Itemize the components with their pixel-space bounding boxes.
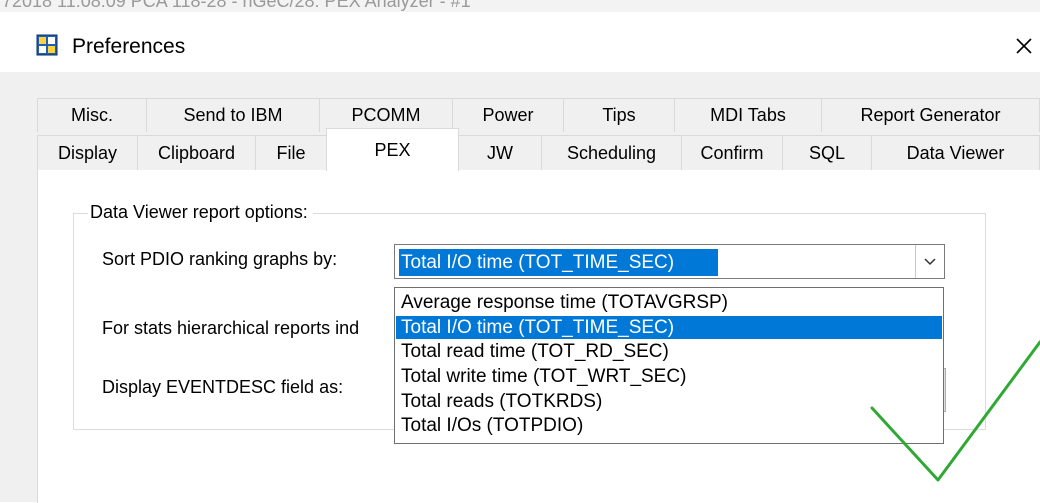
- tab-misc[interactable]: Misc.: [37, 98, 147, 132]
- tab-pcomm[interactable]: PCOMM: [319, 98, 453, 132]
- close-button[interactable]: [1008, 24, 1040, 68]
- checkmark-annotation-icon: [870, 340, 1040, 482]
- tab-clipboard[interactable]: Clipboard: [137, 135, 256, 170]
- dropdown-option[interactable]: Average response time (TOTAVGRSP): [396, 291, 942, 314]
- tab-power[interactable]: Power: [452, 98, 564, 132]
- tab-file[interactable]: File: [255, 135, 327, 170]
- sort-combo-value: Total I/O time (TOT_TIME_SEC): [399, 249, 718, 276]
- dialog-title: Preferences: [72, 35, 186, 58]
- tab-report-generator[interactable]: Report Generator: [821, 98, 1040, 132]
- tab-pex[interactable]: PEX: [326, 128, 459, 171]
- chevron-down-icon: [924, 257, 936, 265]
- group-title: Data Viewer report options:: [88, 202, 313, 223]
- eventdesc-label: Display EVENTDESC field as:: [102, 377, 344, 397]
- stats-label: For stats hierarchical reports ind: [102, 318, 360, 338]
- background-window-title: 72018 11:08:09 PCA 118-28 - nGeC/28: PEX…: [2, 0, 471, 11]
- tab-scheduling[interactable]: Scheduling: [541, 135, 682, 170]
- tab-confirm[interactable]: Confirm: [681, 135, 783, 170]
- tab-data-viewer[interactable]: Data Viewer: [871, 135, 1040, 170]
- tab-jw[interactable]: JW: [458, 135, 542, 170]
- close-icon: [1016, 38, 1032, 54]
- tab-send-to-ibm[interactable]: Send to IBM: [146, 98, 320, 132]
- tab-mdi-tabs[interactable]: MDI Tabs: [674, 98, 822, 132]
- sort-label: Sort PDIO ranking graphs by:: [102, 249, 338, 269]
- preferences-app-icon: [36, 34, 58, 56]
- sort-combo-dropdown-button[interactable]: [915, 245, 944, 278]
- tab-display[interactable]: Display: [37, 135, 138, 170]
- tab-tips[interactable]: Tips: [563, 98, 675, 132]
- tab-sql[interactable]: SQL: [782, 135, 872, 170]
- background-window-titlebar: 72018 11:08:09 PCA 118-28 - nGeC/28: PEX…: [0, 0, 1040, 12]
- sort-combo[interactable]: Total I/O time (TOT_TIME_SEC): [394, 244, 945, 279]
